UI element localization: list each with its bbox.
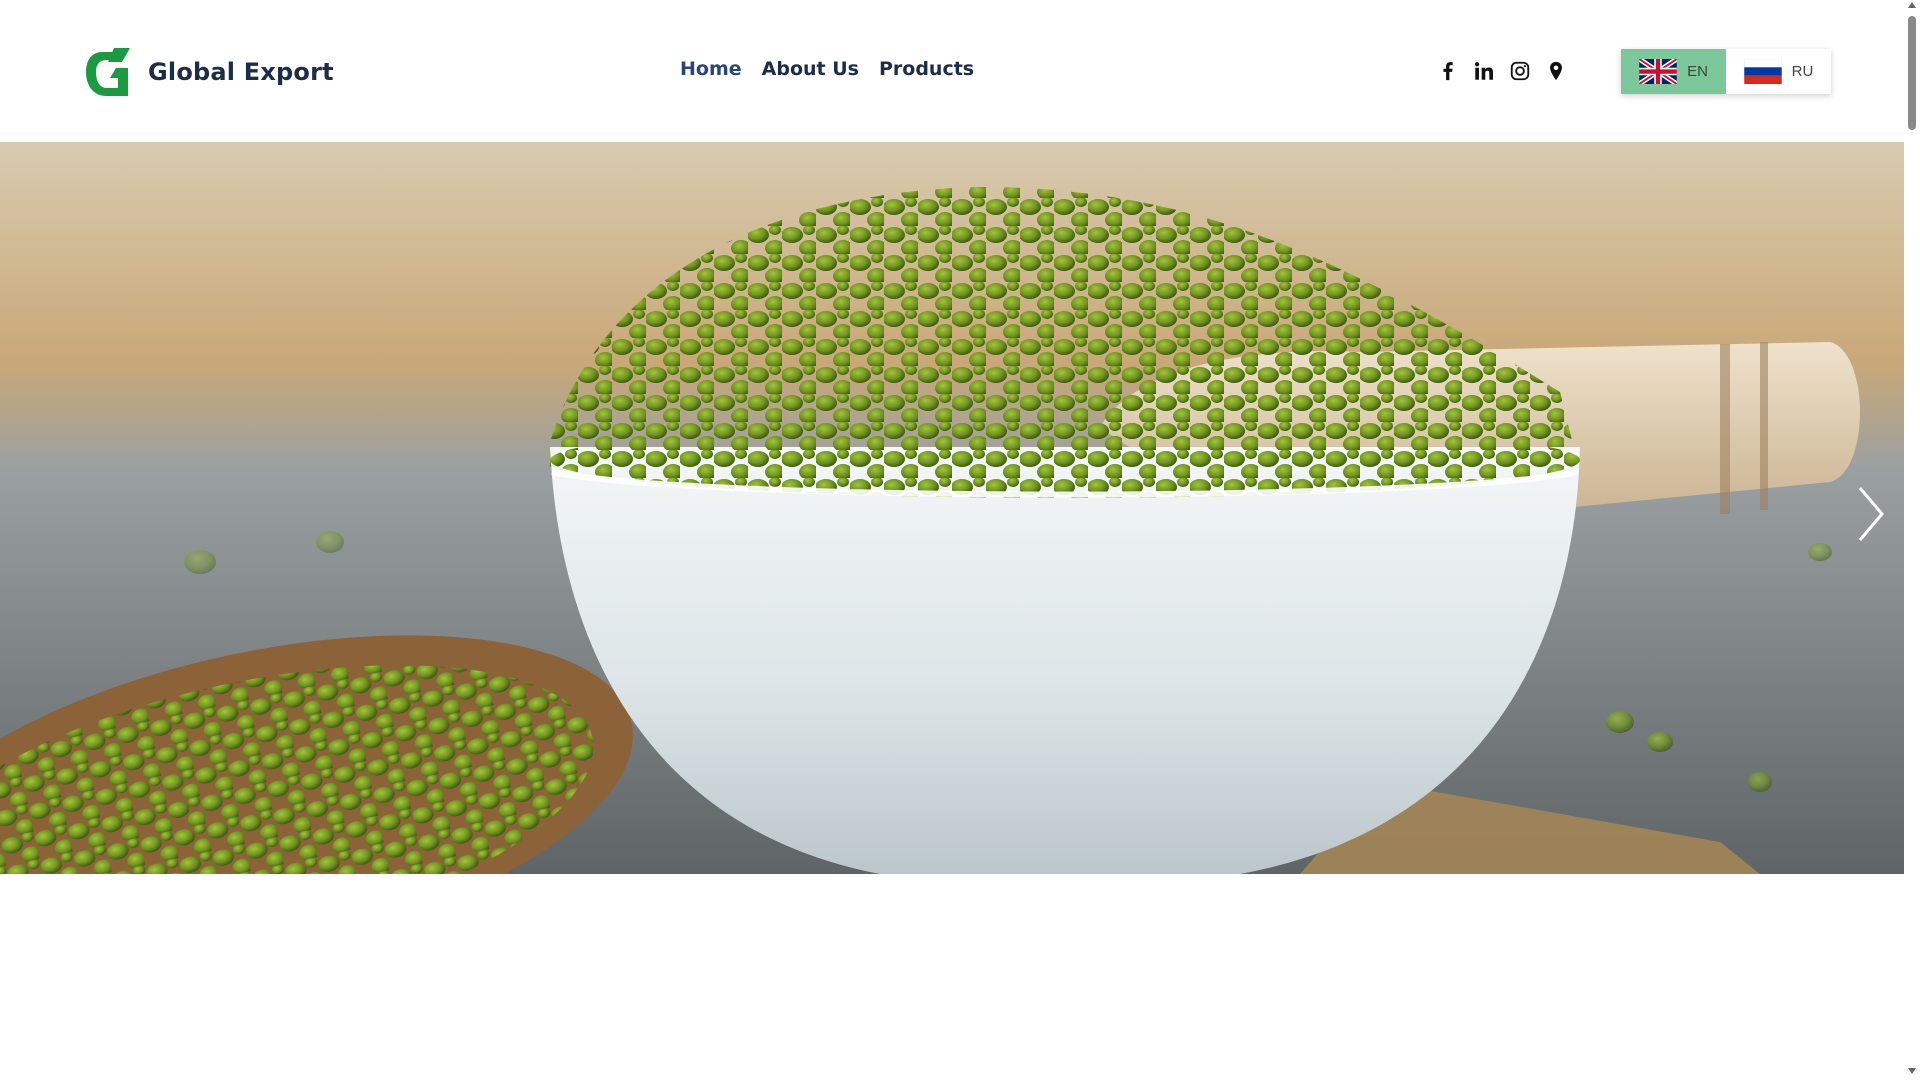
nav-about-us[interactable]: About Us [762,58,859,80]
scroll-down-arrow-icon[interactable] [1908,1068,1916,1074]
language-switcher: EN RU [1621,49,1831,94]
instagram-icon[interactable] [1508,58,1532,84]
scroll-up-arrow-icon[interactable] [1908,2,1916,8]
logo[interactable]: Global Export [80,44,334,100]
language-en-label: EN [1687,63,1708,80]
uk-flag-icon [1639,59,1678,84]
russia-flag-icon [1743,59,1782,84]
content-area [0,874,1904,1080]
language-ru-button[interactable]: RU [1726,49,1831,94]
scroll-thumb[interactable] [1908,16,1916,130]
slider-next-button[interactable] [1852,482,1888,546]
page-scrollbar[interactable] [1904,0,1920,1080]
logo-mark-icon [86,48,130,96]
social-links [1436,58,1568,84]
nav-products[interactable]: Products [879,58,974,80]
site-header: Global Export Home About Us Products EN … [0,0,1904,142]
language-ru-label: RU [1791,63,1814,80]
facebook-icon[interactable] [1436,58,1460,84]
linkedin-icon[interactable] [1472,58,1496,84]
mung-beans-bowl-image [0,142,1904,874]
main-nav: Home About Us Products [680,58,974,80]
language-en-button[interactable]: EN [1621,49,1726,94]
chevron-right-icon [1858,487,1884,541]
logo-text: Global Export [148,58,334,86]
map-pin-icon[interactable] [1544,58,1568,84]
nav-home[interactable]: Home [680,58,742,80]
hero-slider [0,142,1904,874]
